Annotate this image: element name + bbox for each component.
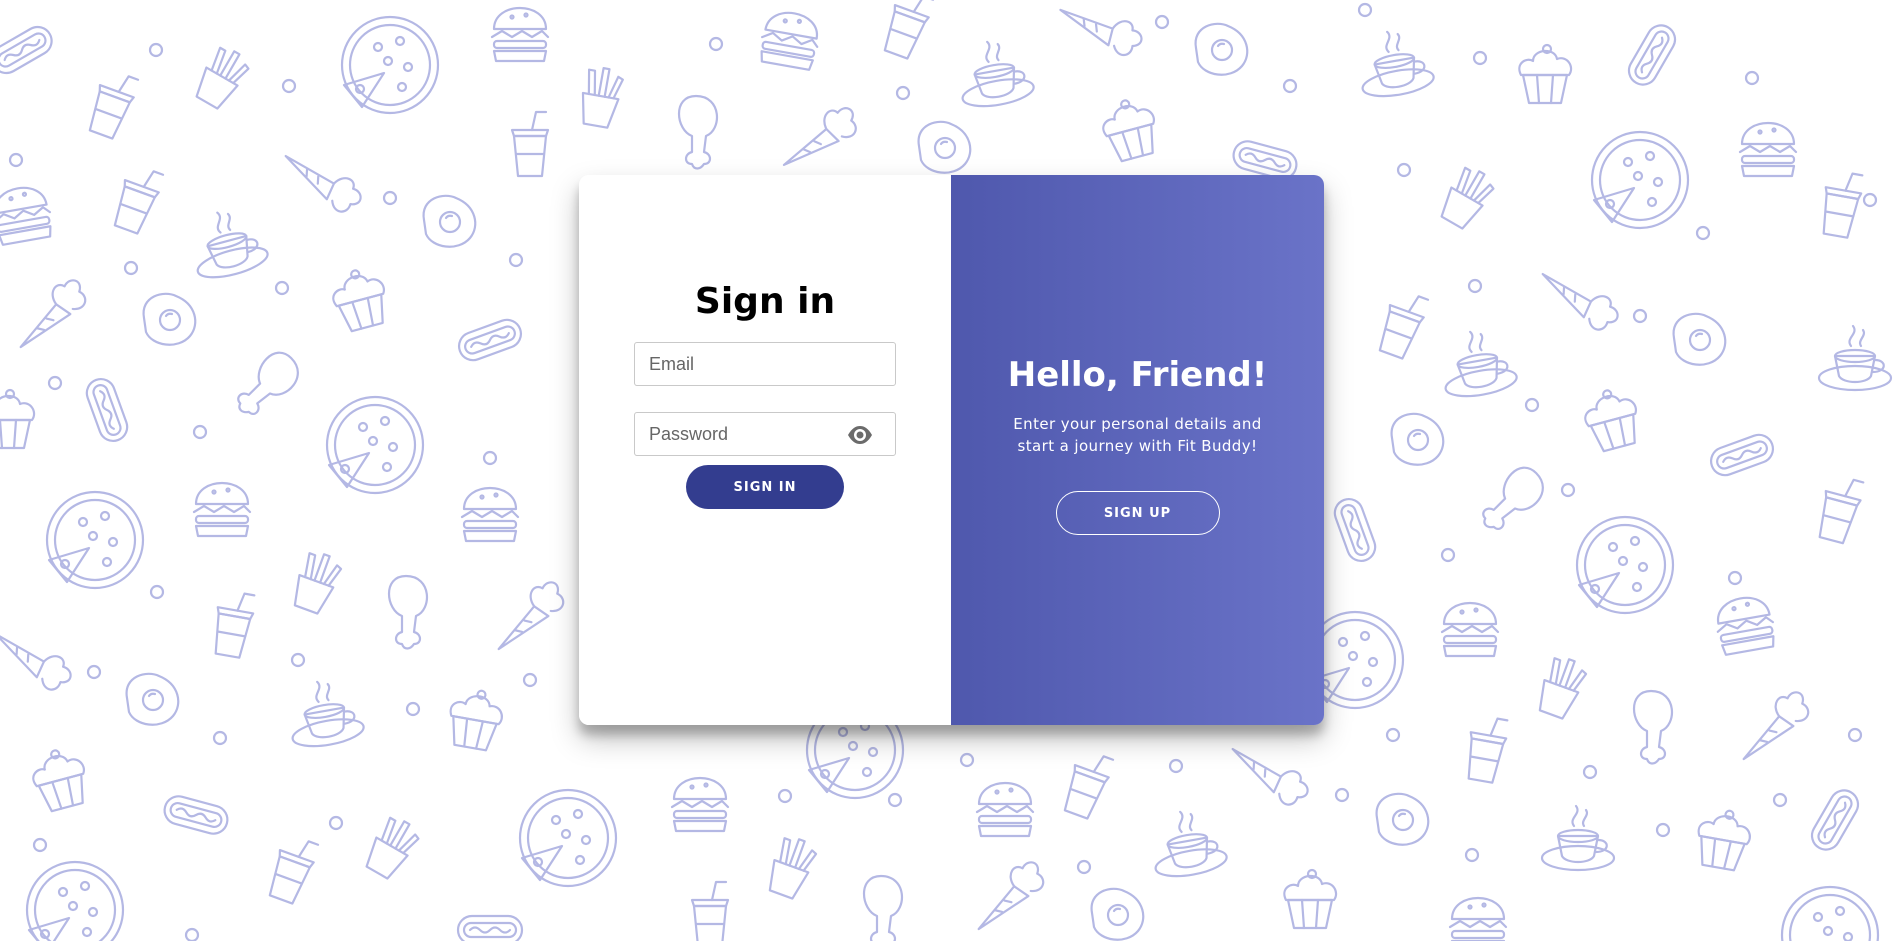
email-input[interactable] [635,343,895,385]
sign-up-button[interactable]: SIGN UP [1055,491,1220,535]
eye-icon[interactable] [847,425,873,445]
sign-up-description: Enter your personal details and start a … [1013,415,1262,455]
auth-card: Sign in SIGN IN Hello, Friend! Enter you… [579,175,1324,725]
email-field [634,342,896,386]
hello-friend-heading: Hello, Friend! [1007,355,1268,395]
sign-up-overlay-panel: Hello, Friend! Enter your personal detai… [951,175,1324,725]
sign-in-button[interactable]: SIGN IN [686,465,844,509]
sign-in-title: Sign in [694,281,836,322]
sign-in-panel: Sign in SIGN IN [579,175,951,725]
password-field [634,412,896,456]
